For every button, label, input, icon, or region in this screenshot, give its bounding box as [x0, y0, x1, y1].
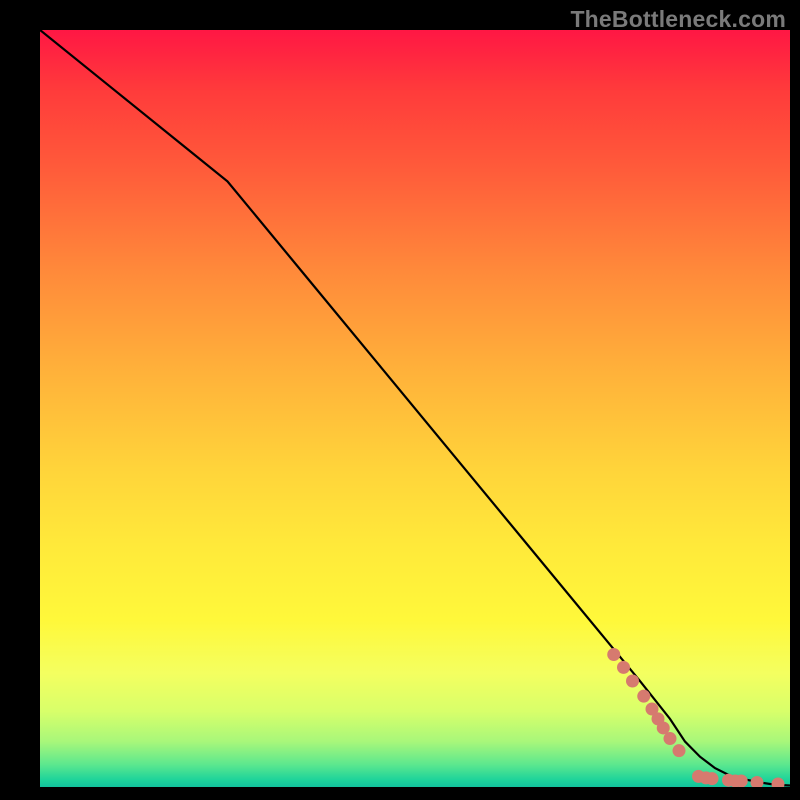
attribution-label: TheBottleneck.com: [570, 6, 786, 33]
data-marker: [706, 772, 719, 785]
data-marker: [664, 732, 677, 745]
data-marker: [772, 777, 785, 787]
data-marker: [617, 661, 630, 674]
plot-svg: [40, 30, 790, 787]
data-marker: [735, 774, 748, 787]
data-marker: [607, 648, 620, 661]
chart-frame: TheBottleneck.com: [0, 0, 800, 800]
data-marker: [673, 744, 686, 757]
data-marker: [626, 675, 639, 688]
plot-area: [40, 30, 790, 787]
curve-line: [40, 30, 790, 785]
marker-group: [607, 648, 784, 787]
data-marker: [751, 776, 764, 787]
data-marker: [637, 690, 650, 703]
